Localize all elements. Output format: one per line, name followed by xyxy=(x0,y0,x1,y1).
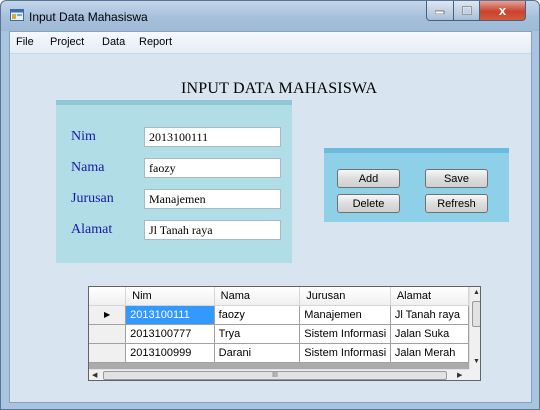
maximize-button[interactable] xyxy=(453,1,480,21)
table-cell[interactable]: Jalan Merah xyxy=(390,343,470,363)
scroll-grip-icon: III xyxy=(272,372,278,379)
table-cell[interactable]: Manajemen xyxy=(299,305,391,325)
menu-file[interactable]: File xyxy=(16,36,34,48)
column-header-nama[interactable]: Nama xyxy=(214,287,301,306)
nim-field[interactable] xyxy=(144,127,281,147)
table-cell[interactable]: Trya xyxy=(214,324,301,344)
row-header-corner xyxy=(89,287,127,306)
table-cell[interactable]: 2013100999 xyxy=(125,343,215,363)
table-row[interactable]: 2013100777 Trya Sistem Informasi Jalan S… xyxy=(89,324,470,344)
scroll-down-icon[interactable]: ▼ xyxy=(473,358,480,365)
alamat-label: Alamat xyxy=(71,222,113,237)
refresh-button[interactable]: Refresh xyxy=(425,194,488,213)
delete-button[interactable]: Delete xyxy=(337,194,400,213)
table-cell[interactable]: Darani xyxy=(214,343,301,363)
row-header[interactable] xyxy=(89,343,127,363)
main-window: Input Data Mahasiswa x File Project Data… xyxy=(0,0,540,410)
scrollbar-corner xyxy=(469,369,480,380)
row-header[interactable] xyxy=(89,324,127,344)
table-cell[interactable]: Sistem Informasi xyxy=(299,324,391,344)
column-header-jurusan[interactable]: Jurusan xyxy=(299,287,391,306)
table-cell[interactable]: Jl Tanah raya xyxy=(390,305,470,325)
form-client-area: File Project Data Report INPUT DATA MAHA… xyxy=(9,31,532,403)
vertical-scroll-thumb[interactable] xyxy=(472,301,480,327)
grid-table: Nim Nama Jurusan Alamat ▶ 2013100111 fao… xyxy=(89,287,470,363)
vertical-scrollbar[interactable]: ▲ ▼ xyxy=(469,287,480,369)
window-title: Input Data Mahasiswa xyxy=(29,10,148,24)
nama-field[interactable] xyxy=(144,158,281,178)
menu-report[interactable]: Report xyxy=(139,36,172,48)
add-button[interactable]: Add xyxy=(337,169,400,188)
jurusan-label: Jurusan xyxy=(71,191,114,206)
action-button-panel: Add Save Delete Refresh xyxy=(324,148,509,222)
jurusan-field[interactable] xyxy=(144,189,281,209)
horizontal-scroll-thumb[interactable]: III xyxy=(103,371,447,380)
alamat-field[interactable] xyxy=(144,220,281,240)
title-bar[interactable]: Input Data Mahasiswa x xyxy=(1,1,539,31)
app-window-icon xyxy=(10,9,24,21)
nim-label: Nim xyxy=(71,129,96,144)
menu-project[interactable]: Project xyxy=(50,36,84,48)
menu-data[interactable]: Data xyxy=(102,36,125,48)
minimize-icon xyxy=(435,10,445,14)
table-cell[interactable]: 2013100777 xyxy=(125,324,215,344)
close-button[interactable]: x xyxy=(479,1,526,21)
current-row-indicator-icon[interactable]: ▶ xyxy=(89,305,127,325)
menu-bar: File Project Data Report xyxy=(10,32,531,54)
table-cell[interactable]: Sistem Informasi xyxy=(299,343,391,363)
scroll-left-icon[interactable]: ◀ xyxy=(92,371,97,379)
data-grid[interactable]: Nim Nama Jurusan Alamat ▶ 2013100111 fao… xyxy=(88,286,481,381)
scroll-up-icon[interactable]: ▲ xyxy=(473,289,480,296)
table-row[interactable]: 2013100999 Darani Sistem Informasi Jalan… xyxy=(89,343,470,363)
table-cell[interactable]: 2013100111 xyxy=(125,305,215,325)
scroll-right-icon[interactable]: ▶ xyxy=(457,371,462,379)
input-form-panel: Nim Nama Jurusan Alamat xyxy=(56,100,292,263)
column-header-nim[interactable]: Nim xyxy=(125,287,215,306)
page-title: INPUT DATA MAHASISWA xyxy=(181,80,378,97)
column-header-alamat[interactable]: Alamat xyxy=(390,287,470,306)
horizontal-scrollbar[interactable]: ◀ III ▶ xyxy=(89,369,469,380)
minimize-button[interactable] xyxy=(426,1,454,21)
table-row[interactable]: ▶ 2013100111 faozy Manajemen Jl Tanah ra… xyxy=(89,305,470,325)
table-cell[interactable]: Jalan Suka xyxy=(390,324,470,344)
nama-label: Nama xyxy=(71,160,105,175)
save-button[interactable]: Save xyxy=(425,169,488,188)
table-cell[interactable]: faozy xyxy=(214,305,301,325)
maximize-icon xyxy=(461,6,472,15)
grid-header-row: Nim Nama Jurusan Alamat xyxy=(89,287,470,306)
close-icon: x xyxy=(498,3,507,18)
